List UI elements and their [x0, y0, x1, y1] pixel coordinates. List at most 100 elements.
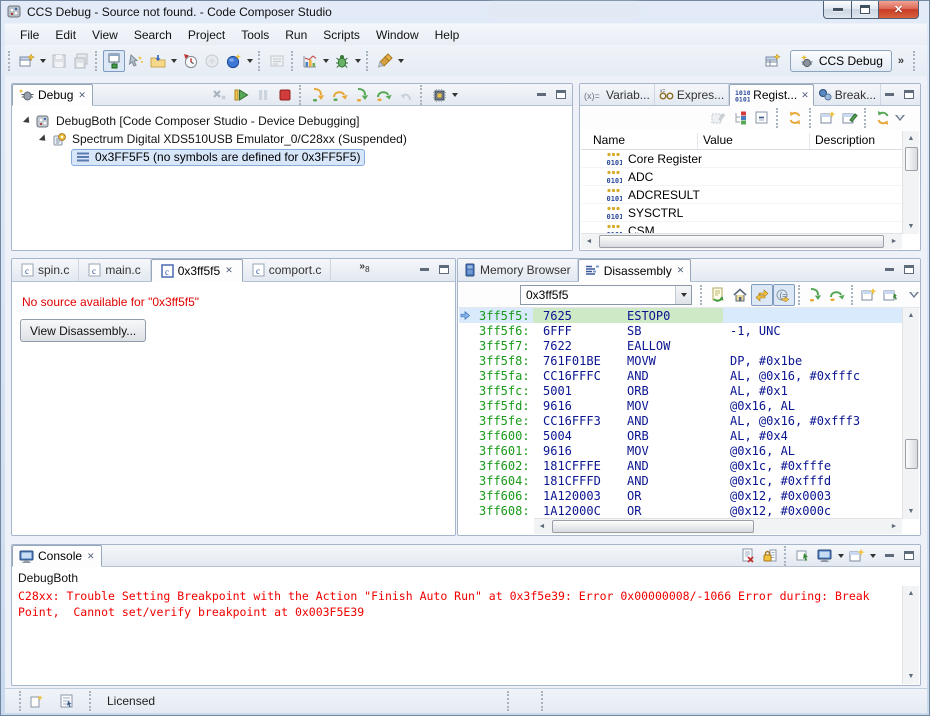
address-combo[interactable]: 0x3ff5f5: [520, 285, 692, 305]
register-group-row[interactable]: 0101ADC: [581, 168, 902, 186]
tab-close-icon[interactable]: ✕: [78, 90, 86, 101]
toolbar-grip[interactable]: [8, 51, 13, 71]
disassembly-row[interactable]: 3ff604:181CFFFDAND@0x1c, #0xfffd: [459, 473, 902, 488]
toolbar-grip[interactable]: [913, 51, 918, 71]
tree-item-frame[interactable]: 0x3FF5F5 (no symbols are defined for 0x3…: [13, 148, 571, 166]
toolbar-grip[interactable]: [366, 51, 371, 71]
registers-vertical-scrollbar[interactable]: ▲ ▼: [902, 131, 919, 234]
tab-breakpoints[interactable]: Break...: [814, 84, 881, 105]
debug-bug-icon[interactable]: [331, 50, 353, 72]
disassembly-row[interactable]: 3ff606:1A120003OR@0x12, #0x0003: [459, 488, 902, 503]
view-disassembly-button[interactable]: View Disassembly...: [20, 319, 146, 342]
close-button[interactable]: ✕: [878, 1, 919, 19]
expand-icon[interactable]: [23, 116, 32, 125]
tree-item-emulator[interactable]: Spectrum Digital XDS510USB Emulator_0/C2…: [13, 130, 571, 148]
disassembly-row[interactable]: 3ff602:181CFFFEAND@0x1c, #0xfffe: [459, 458, 902, 473]
clear-console-icon[interactable]: [737, 545, 759, 567]
new-wizard-dropdown[interactable]: [40, 59, 46, 63]
asm-step-into-icon[interactable]: [351, 84, 373, 106]
disabled-step-icon[interactable]: [201, 50, 223, 72]
open-perspective-icon[interactable]: [762, 50, 784, 72]
maximize-view-icon[interactable]: [901, 87, 917, 102]
debug-launch-icon[interactable]: [103, 50, 125, 72]
maximize-view-icon[interactable]: [901, 548, 917, 563]
suspend-icon[interactable]: [252, 84, 274, 106]
disassembly-row[interactable]: 3ff5f7:7622EALLOW: [459, 338, 902, 353]
flash-program-dropdown[interactable]: [171, 59, 177, 63]
minimize-view-icon[interactable]: [881, 262, 897, 277]
disassembly-row[interactable]: 3ff608:1A12000COR@0x12, #0x000c: [459, 503, 902, 518]
disassembly-row[interactable]: 3ff601:9616MOV@0x16, AL: [459, 443, 902, 458]
pin-view-icon[interactable]: [880, 284, 902, 306]
pin-console-icon[interactable]: [792, 545, 814, 567]
console-vertical-scrollbar[interactable]: ▲ ▼: [902, 586, 919, 684]
minimize-button[interactable]: [823, 1, 852, 19]
registers-horizontal-scrollbar[interactable]: ◄ ►: [581, 233, 902, 249]
step-over-icon[interactable]: [329, 84, 351, 106]
home-icon[interactable]: [729, 284, 751, 306]
minimize-view-icon[interactable]: [881, 87, 897, 102]
menu-file[interactable]: File: [12, 26, 47, 44]
fast-view-icon[interactable]: [27, 692, 47, 710]
show-type-icon[interactable]: [729, 107, 751, 129]
open-console-dropdown[interactable]: [870, 554, 876, 558]
show-source-icon[interactable]: (=: [773, 284, 795, 306]
analysis-chart-icon[interactable]: [299, 50, 321, 72]
tab-variables[interactable]: (x)= Variab...: [580, 84, 655, 105]
register-group-row[interactable]: 0101Core Register: [581, 150, 902, 168]
disassembly-row[interactable]: 3ff5fd:9616MOV@0x16, AL: [459, 398, 902, 413]
perspective-overflow[interactable]: »: [898, 55, 904, 67]
step-into-icon[interactable]: [307, 84, 329, 106]
save-all-icon[interactable]: [70, 50, 92, 72]
disconnect-icon[interactable]: [208, 84, 230, 106]
column-name[interactable]: Name: [593, 133, 625, 147]
disassembly-row[interactable]: 3ff5f8:761F01BEMOVWDP, #0x1be: [459, 353, 902, 368]
highlight-brush-icon[interactable]: [374, 50, 396, 72]
asm-step-into-icon[interactable]: [804, 284, 826, 306]
flash-chip-icon[interactable]: [428, 84, 450, 106]
toolbar-grip[interactable]: [258, 51, 263, 71]
tree-item-debugboth[interactable]: DebugBoth [Code Composer Studio - Device…: [13, 112, 571, 130]
tab-disassembly[interactable]: Disassembly ✕: [578, 259, 692, 282]
maximize-view-icon[interactable]: [436, 262, 452, 277]
disassembly-row[interactable]: 3ff600:5004ORBAL, #0x4: [459, 428, 902, 443]
editor-tab-main.c[interactable]: cmain.c: [79, 259, 150, 281]
save-icon[interactable]: [48, 50, 70, 72]
view-menu-chevron-icon[interactable]: [894, 114, 906, 122]
new-view-icon[interactable]: [858, 284, 880, 306]
address-input[interactable]: 0x3ff5f5: [521, 288, 675, 302]
update-disabled-icon[interactable]: [707, 107, 729, 129]
collapse-all-icon[interactable]: [751, 107, 773, 129]
disassembly-row[interactable]: 3ff5f6:6FFFSB-1, UNC: [459, 323, 902, 338]
editor-tab-0x3ff5f5[interactable]: c0x3ff5f5✕: [151, 259, 243, 282]
toolbar-grip[interactable]: [95, 51, 100, 71]
refresh-icon[interactable]: [784, 107, 806, 129]
editor-tab-overflow[interactable]: »8: [355, 259, 373, 281]
edit-view-icon[interactable]: [839, 107, 861, 129]
flash-program-icon[interactable]: [147, 50, 169, 72]
show-view-list-icon[interactable]: [266, 50, 288, 72]
console-output[interactable]: C28xx: Trouble Setting Breakpoint with t…: [13, 586, 902, 684]
world-sphere-dropdown[interactable]: [247, 59, 253, 63]
minimize-view-icon[interactable]: [416, 262, 432, 277]
menu-run[interactable]: Run: [277, 26, 315, 44]
new-register-view-icon[interactable]: [817, 107, 839, 129]
column-value[interactable]: Value: [703, 133, 733, 147]
menu-search[interactable]: Search: [126, 26, 180, 44]
title-bar[interactable]: CCS Debug - Source not found. - Code Com…: [1, 1, 929, 23]
open-console-icon[interactable]: [846, 545, 868, 567]
maximize-view-icon[interactable]: [553, 87, 569, 102]
disassembly-vertical-scrollbar[interactable]: ▲ ▼: [902, 308, 919, 519]
register-group-row[interactable]: 0101SYSCTRL: [581, 204, 902, 222]
menu-view[interactable]: View: [84, 26, 126, 44]
minimize-view-icon[interactable]: [881, 548, 897, 563]
disassembly-row[interactable]: 3ff5f5:7625ESTOP0: [459, 308, 902, 323]
menu-help[interactable]: Help: [427, 26, 468, 44]
link-with-debug-icon[interactable]: [751, 284, 773, 306]
trim-stack-icon[interactable]: [57, 692, 77, 710]
disassembly-row[interactable]: 3ff5fc:5001ORBAL, #0x1: [459, 383, 902, 398]
tab-console[interactable]: Console ✕: [12, 545, 102, 567]
sync-icon[interactable]: [872, 107, 894, 129]
asm-step-over-icon[interactable]: [373, 84, 395, 106]
disassembly-row[interactable]: 3ff5fa:CC16FFFCANDAL, @0x16, #0xfffc: [459, 368, 902, 383]
